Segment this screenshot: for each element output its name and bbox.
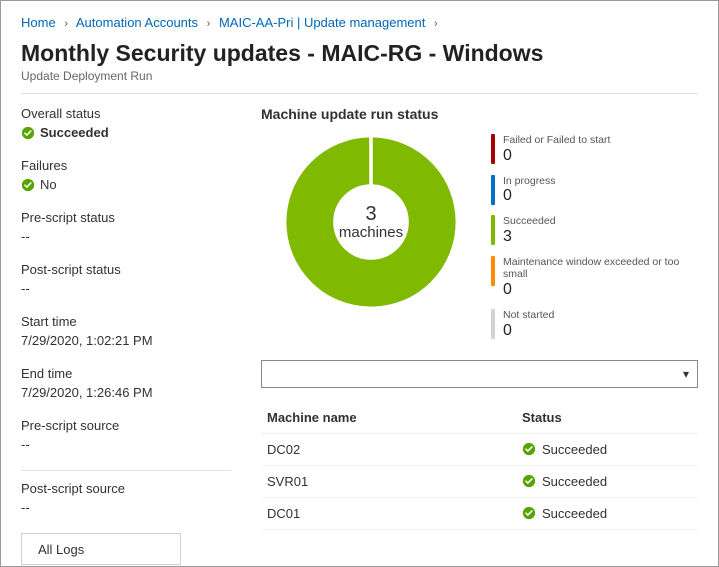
prescript-source-value: --: [21, 437, 231, 452]
postscript-status-label: Post-script status: [21, 262, 231, 277]
end-time-value: 7/29/2020, 1:26:46 PM: [21, 385, 231, 400]
prescript-status-label: Pre-script status: [21, 210, 231, 225]
start-time-value: 7/29/2020, 1:02:21 PM: [21, 333, 231, 348]
legend-label: Not started: [503, 309, 554, 322]
chevron-right-icon: ›: [59, 18, 73, 30]
success-check-icon: [522, 474, 536, 488]
legend-label: In progress: [503, 175, 556, 188]
machines-table: Machine name Status DC02 Succeeded SVR01…: [261, 402, 698, 530]
postscript-source-label: Post-script source: [21, 481, 231, 496]
legend-color-swatch: [491, 175, 495, 205]
legend-color-swatch: [491, 309, 495, 339]
legend-label: Maintenance window exceeded or too small: [503, 256, 698, 281]
machine-run-status-heading: Machine update run status: [261, 106, 698, 122]
page-subtitle: Update Deployment Run: [21, 69, 698, 83]
prescript-source-label: Pre-script source: [21, 418, 231, 433]
legend-color-swatch: [491, 134, 495, 164]
postscript-status-value: --: [21, 281, 231, 296]
divider: [21, 470, 231, 471]
machine-name-cell: DC02: [267, 442, 522, 457]
legend-color-swatch: [491, 256, 495, 286]
chevron-down-icon: ▾: [683, 367, 689, 381]
status-cell: Succeeded: [542, 506, 607, 521]
breadcrumb-home[interactable]: Home: [21, 15, 56, 30]
success-check-icon: [522, 506, 536, 520]
donut-chart: 3 machines: [281, 132, 461, 312]
all-logs-button[interactable]: All Logs: [21, 533, 181, 565]
machine-name-cell: SVR01: [267, 474, 522, 489]
col-header-machine-name: Machine name: [267, 410, 522, 425]
postscript-source-value: --: [21, 500, 231, 515]
legend-label: Failed or Failed to start: [503, 134, 610, 147]
overall-status-label: Overall status: [21, 106, 231, 121]
chevron-right-icon: ›: [429, 18, 443, 30]
breadcrumb: Home › Automation Accounts › MAIC-AA-Pri…: [21, 11, 698, 40]
chart-legend: Failed or Failed to start 0 In progress …: [491, 132, 698, 340]
filter-dropdown[interactable]: ▾: [261, 360, 698, 388]
divider: [21, 93, 698, 94]
prescript-status-value: --: [21, 229, 231, 244]
machine-name-cell: DC01: [267, 506, 522, 521]
legend-value: 3: [503, 228, 556, 246]
end-time-label: End time: [21, 366, 231, 381]
table-row[interactable]: DC01 Succeeded: [261, 498, 698, 530]
status-cell: Succeeded: [542, 474, 607, 489]
chevron-right-icon: ›: [202, 18, 216, 30]
legend-value: 0: [503, 322, 554, 340]
col-header-status: Status: [522, 410, 692, 425]
breadcrumb-automation-accounts[interactable]: Automation Accounts: [76, 15, 198, 30]
breadcrumb-update-management[interactable]: MAIC-AA-Pri | Update management: [219, 15, 425, 30]
legend-color-swatch: [491, 215, 495, 245]
legend-value: 0: [503, 187, 556, 205]
legend-value: 0: [503, 147, 610, 165]
start-time-label: Start time: [21, 314, 231, 329]
success-check-icon: [522, 442, 536, 456]
legend-item-failed: Failed or Failed to start 0: [491, 134, 698, 165]
all-logs-label: All Logs: [38, 542, 84, 557]
legend-item-maintwindow: Maintenance window exceeded or too small…: [491, 256, 698, 299]
legend-item-notstarted: Not started 0: [491, 309, 698, 340]
overall-status-value: Succeeded: [40, 125, 109, 140]
legend-value: 0: [503, 281, 698, 299]
table-row[interactable]: SVR01 Succeeded: [261, 466, 698, 498]
table-row[interactable]: DC02 Succeeded: [261, 434, 698, 466]
legend-item-inprogress: In progress 0: [491, 175, 698, 206]
page-title: Monthly Security updates - MAIC-RG - Win…: [21, 40, 698, 67]
status-cell: Succeeded: [542, 442, 607, 457]
success-check-icon: [21, 126, 35, 140]
legend-item-succeeded: Succeeded 3: [491, 215, 698, 246]
legend-label: Succeeded: [503, 215, 556, 228]
status-panel: Overall status Succeeded Failures No: [21, 106, 231, 565]
failures-label: Failures: [21, 158, 231, 173]
failures-value: No: [40, 177, 57, 192]
success-check-icon: [21, 178, 35, 192]
